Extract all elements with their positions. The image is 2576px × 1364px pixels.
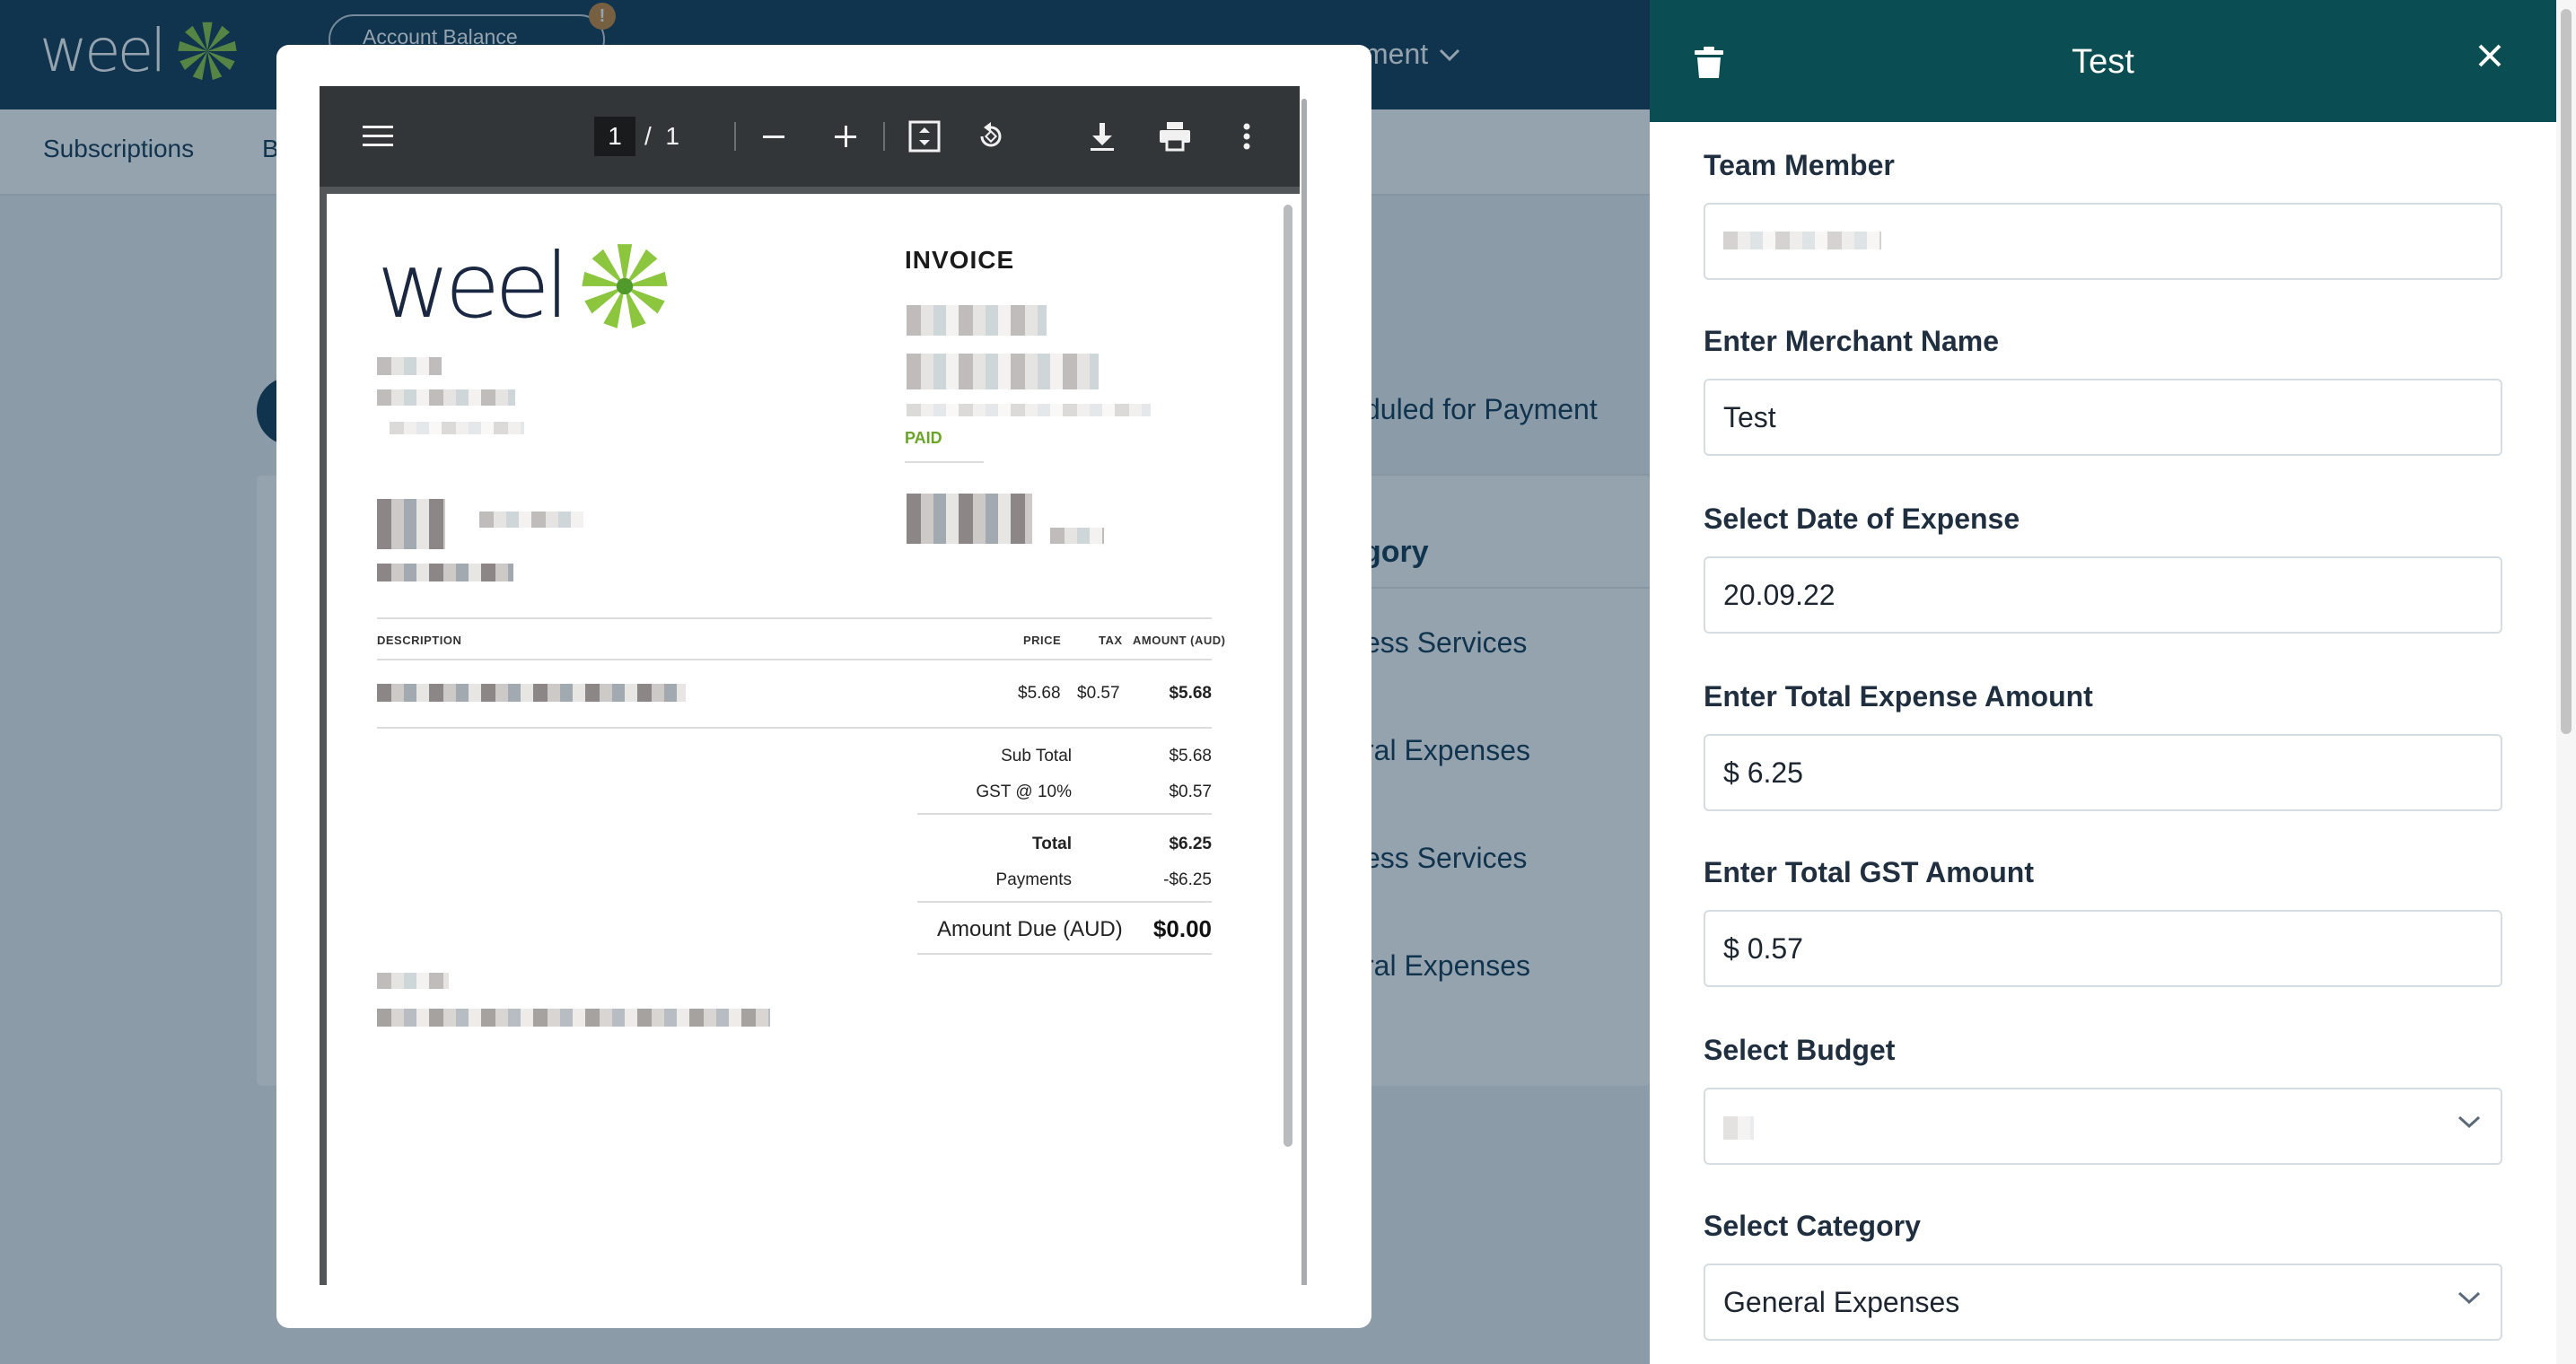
page-total-value: 1 (665, 122, 679, 150)
gst-amount-label: Enter Total GST Amount (1704, 856, 2034, 888)
summary-label: Total (1032, 835, 1072, 853)
fit-page-icon[interactable] (905, 86, 944, 187)
close-icon[interactable] (2477, 36, 2502, 75)
invoice-logo-text: weel (377, 233, 570, 338)
paid-underline (905, 461, 984, 463)
merchant-label: Enter Merchant Name (1704, 325, 1999, 357)
redacted-text (377, 357, 442, 375)
redacted-text (1723, 232, 1881, 249)
redacted-text (377, 389, 515, 406)
redacted-line-description (377, 684, 686, 702)
category-select[interactable]: General Expenses (1704, 1263, 2502, 1341)
budget-select[interactable] (1704, 1088, 2502, 1165)
line-tax: $0.57 (1077, 684, 1120, 703)
summary-value: $0.57 (1169, 783, 1212, 801)
invoice-title: INVOICE (905, 246, 1015, 274)
gst-amount-input[interactable]: $ 0.57 (1704, 910, 2502, 987)
summary-rule (917, 901, 1212, 903)
invoice-logo: weel (377, 240, 670, 332)
summary-label: Payments (995, 870, 1072, 889)
chevron-down-icon (2458, 1291, 2481, 1305)
column-header-price: PRICE (1023, 634, 1062, 647)
download-icon[interactable] (1082, 86, 1122, 187)
total-expense-amount-input[interactable]: $ 6.25 (1704, 734, 2502, 811)
viewer-scrollbar[interactable] (1300, 86, 1309, 1285)
panel-scrollbar-thumb[interactable] (2561, 9, 2572, 734)
pdf-toolbar: 1 / 1 (320, 86, 1300, 187)
redacted-text (907, 305, 1047, 336)
date-label: Select Date of Expense (1704, 503, 2020, 535)
amount-due-label: Amount Due (AUD) (937, 917, 1123, 941)
pdf-page: weel INVOICE PAID DESCRIPTION PRICE TAX … (327, 194, 1276, 1285)
summary-rule (917, 953, 1212, 955)
rotate-icon[interactable] (971, 86, 1011, 187)
redacted-text (377, 499, 445, 549)
amount-due-value: $0.00 (1152, 915, 1212, 942)
summary-value: $5.68 (1169, 747, 1212, 765)
page-total: / 1 (644, 122, 679, 150)
redacted-text (377, 564, 513, 581)
summary-label: Sub Total (1001, 747, 1072, 765)
column-header-tax: TAX (1099, 634, 1123, 647)
table-header-rule (377, 659, 1212, 660)
team-member-field[interactable] (1704, 203, 2502, 280)
summary-value: -$6.25 (1163, 870, 1212, 889)
page-scrollbar[interactable] (1276, 194, 1300, 1285)
receipt-preview-modal: 1 / 1 weel INVOICE PAID DESCRIPTION PRIC… (276, 45, 1371, 1328)
merchant-name-input[interactable]: Test (1704, 379, 2502, 456)
more-vert-icon[interactable] (1233, 86, 1260, 187)
category-label: Select Category (1704, 1210, 1921, 1242)
redacted-text (1723, 1116, 1754, 1140)
zoom-in-icon[interactable] (828, 86, 863, 187)
table-top-rule (377, 617, 1212, 619)
date-of-expense-input[interactable]: 20.09.22 (1704, 556, 2502, 634)
panel-header: Test (1650, 0, 2556, 122)
chevron-down-icon (2458, 1115, 2481, 1129)
redacted-text (907, 494, 1032, 544)
redacted-text (390, 422, 524, 434)
zoom-out-icon[interactable] (756, 86, 792, 187)
page-number-input[interactable]: 1 (594, 117, 635, 156)
redacted-text (377, 1009, 770, 1027)
category-value: General Expenses (1723, 1286, 1960, 1318)
weel-star-icon (582, 244, 668, 328)
summary-value: $6.25 (1169, 835, 1212, 853)
menu-icon[interactable] (355, 86, 400, 187)
line-rule (377, 727, 1212, 729)
total-amount-label: Enter Total Expense Amount (1704, 680, 2093, 713)
expense-side-panel: Test Team Member Enter Merchant Name Tes… (1650, 0, 2576, 1364)
line-price: $5.68 (1018, 684, 1061, 703)
page-scrollbar-thumb[interactable] (1284, 205, 1292, 1147)
summary-label: GST @ 10% (976, 783, 1072, 801)
viewer-scrollbar-thumb[interactable] (1301, 99, 1307, 1285)
print-icon[interactable] (1152, 86, 1197, 187)
summary-rule (917, 813, 1212, 815)
toolbar-divider (883, 122, 885, 151)
budget-label: Select Budget (1704, 1034, 1896, 1066)
line-amount: $5.68 (1169, 684, 1212, 703)
column-header-amount: AMOUNT (AUD) (1133, 634, 1226, 647)
redacted-text (1050, 528, 1104, 544)
panel-scrollbar[interactable] (2556, 0, 2576, 1364)
redacted-text (907, 354, 1099, 389)
pdf-viewer: 1 / 1 weel INVOICE PAID DESCRIPTION PRIC… (320, 86, 1309, 1285)
invoice-paid-status: PAID (905, 429, 942, 447)
column-header-description: DESCRIPTION (377, 634, 462, 647)
team-member-label: Team Member (1704, 149, 1895, 181)
redacted-text (907, 404, 1151, 416)
redacted-text (377, 973, 449, 989)
panel-title: Test (2072, 43, 2134, 81)
redacted-text (479, 512, 583, 528)
toolbar-divider (734, 122, 736, 151)
